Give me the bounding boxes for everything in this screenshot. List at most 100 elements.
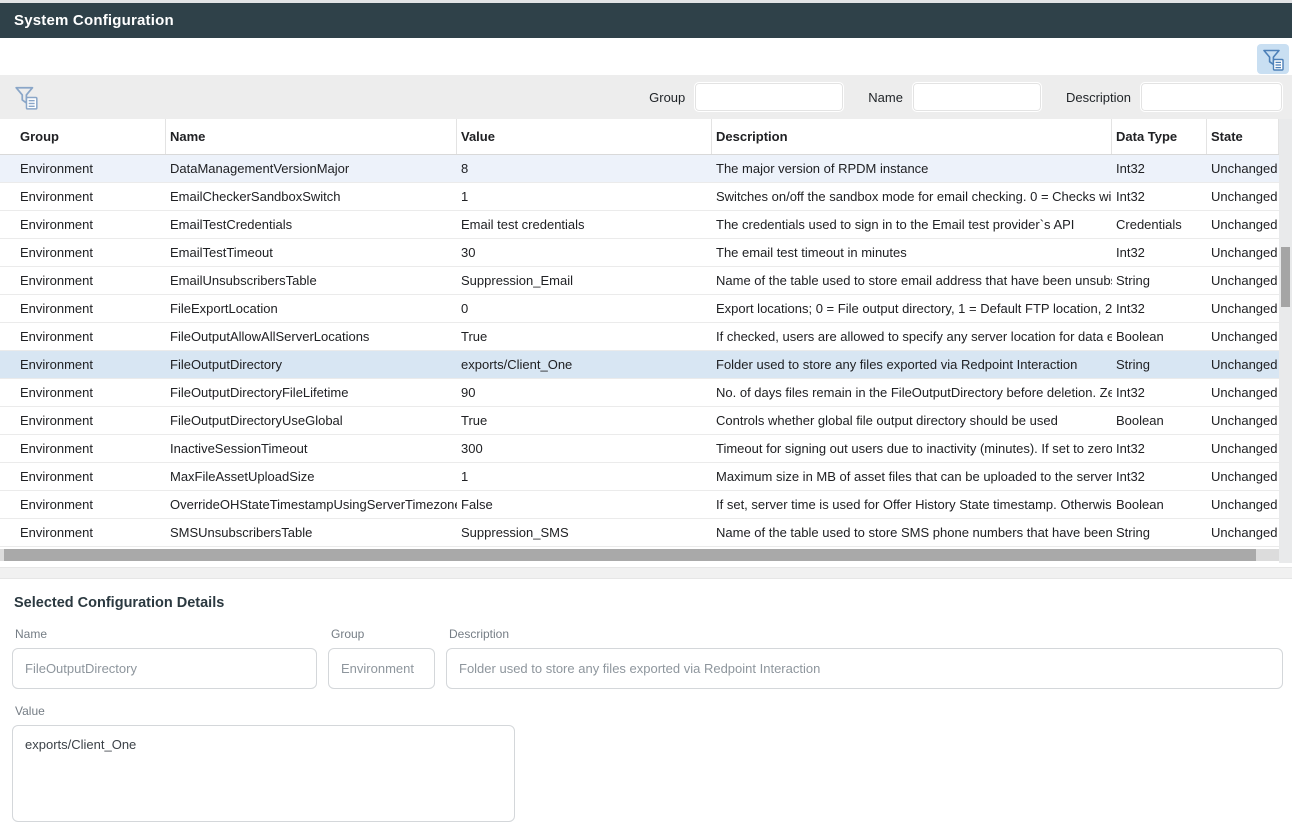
table-cell: FileOutputAllowAllServerLocations (166, 329, 457, 344)
table-cell: Unchanged (1207, 441, 1279, 456)
table-body: EnvironmentDataManagementVersionMajor8Th… (0, 155, 1279, 547)
details-name-input[interactable] (12, 648, 317, 689)
table-cell: Unchanged (1207, 469, 1279, 484)
table-cell: Environment (0, 245, 166, 260)
table-cell: Credentials (1112, 217, 1207, 232)
vertical-scrollbar-thumb[interactable] (1281, 247, 1290, 307)
table-header-row: GroupNameValueDescriptionData TypeState (0, 119, 1279, 155)
column-header-state[interactable]: State (1207, 119, 1279, 154)
filter-toggle-button[interactable] (1257, 44, 1289, 74)
table-cell: Environment (0, 301, 166, 316)
table-cell: MaxFileAssetUploadSize (166, 469, 457, 484)
table-cell: Unchanged (1207, 161, 1279, 176)
configuration-table: GroupNameValueDescriptionData TypeState … (0, 119, 1292, 563)
table-cell: 0 (457, 301, 712, 316)
details-value-textarea[interactable]: exports/Client_One (12, 725, 515, 822)
table-cell: Folder used to store any files exported … (712, 357, 1112, 372)
name-filter-label: Name (868, 90, 903, 105)
description-filter-input[interactable] (1140, 82, 1283, 112)
table-row[interactable]: EnvironmentFileExportLocation0Export loc… (0, 295, 1279, 323)
table-cell: 300 (457, 441, 712, 456)
table-cell: Environment (0, 469, 166, 484)
description-filter-label: Description (1066, 90, 1131, 105)
horizontal-scrollbar-track[interactable] (0, 549, 1279, 561)
table-cell: FileOutputDirectoryUseGlobal (166, 413, 457, 428)
table-cell: FileExportLocation (166, 301, 457, 316)
table-cell: Suppression_Email (457, 273, 712, 288)
horizontal-scrollbar[interactable] (0, 547, 1279, 563)
table-cell: Unchanged (1207, 329, 1279, 344)
table-cell: True (457, 329, 712, 344)
filter-builder-icon[interactable] (14, 85, 39, 110)
table-cell: False (457, 497, 712, 512)
table-row[interactable]: EnvironmentMaxFileAssetUploadSize1Maximu… (0, 463, 1279, 491)
table-row[interactable]: EnvironmentEmailTestTimeout30The email t… (0, 239, 1279, 267)
details-description-label: Description (449, 627, 1283, 641)
table-cell: EmailTestCredentials (166, 217, 457, 232)
details-description-input[interactable] (446, 648, 1283, 689)
table-cell: Environment (0, 497, 166, 512)
table-cell: Switches on/off the sandbox mode for ema… (712, 189, 1112, 204)
table-cell: Unchanged (1207, 525, 1279, 540)
table-cell: EmailCheckerSandboxSwitch (166, 189, 457, 204)
table-cell: Environment (0, 413, 166, 428)
column-header-group[interactable]: Group (0, 119, 166, 154)
table-cell: Environment (0, 385, 166, 400)
table-row[interactable]: EnvironmentDataManagementVersionMajor8Th… (0, 155, 1279, 183)
vertical-scrollbar-track[interactable] (1279, 119, 1292, 563)
table-row[interactable]: EnvironmentFileOutputDirectoryFileLifeti… (0, 379, 1279, 407)
table-cell: Name of the table used to store email ad… (712, 273, 1112, 288)
table-row[interactable]: EnvironmentEmailCheckerSandboxSwitch1Swi… (0, 183, 1279, 211)
table-row[interactable]: EnvironmentEmailUnsubscribersTableSuppre… (0, 267, 1279, 295)
table-cell: The major version of RPDM instance (712, 161, 1112, 176)
table-cell: exports/Client_One (457, 357, 712, 372)
page-title: System Configuration (14, 12, 174, 29)
table-cell: String (1112, 273, 1207, 288)
column-header-description[interactable]: Description (712, 119, 1112, 154)
table-row[interactable]: EnvironmentSMSUnsubscribersTableSuppress… (0, 519, 1279, 547)
table-cell: Int32 (1112, 161, 1207, 176)
table-cell: No. of days files remain in the FileOutp… (712, 385, 1112, 400)
table-cell: Environment (0, 273, 166, 288)
table-row[interactable]: EnvironmentFileOutputDirectoryUseGlobalT… (0, 407, 1279, 435)
column-header-name[interactable]: Name (166, 119, 457, 154)
table-cell: Environment (0, 161, 166, 176)
group-filter-label: Group (649, 90, 685, 105)
table-row[interactable]: EnvironmentInactiveSessionTimeout300Time… (0, 435, 1279, 463)
name-filter-input[interactable] (912, 82, 1042, 112)
table-cell: FileOutputDirectory (166, 357, 457, 372)
table-cell: Environment (0, 217, 166, 232)
table-cell: Int32 (1112, 301, 1207, 316)
table-cell: EmailUnsubscribersTable (166, 273, 457, 288)
table-cell: Unchanged (1207, 413, 1279, 428)
table-cell: Unchanged (1207, 385, 1279, 400)
filter-list-icon (1262, 48, 1285, 71)
table-cell: Environment (0, 189, 166, 204)
table-row[interactable]: EnvironmentFileOutputAllowAllServerLocat… (0, 323, 1279, 351)
details-field-value: Value exports/Client_One (12, 704, 1283, 822)
details-group-input[interactable] (328, 648, 435, 689)
table-cell: 90 (457, 385, 712, 400)
table-cell: Environment (0, 441, 166, 456)
table-cell: True (457, 413, 712, 428)
table-row[interactable]: EnvironmentOverrideOHStateTimestampUsing… (0, 491, 1279, 519)
table-cell: If checked, users are allowed to specify… (712, 329, 1112, 344)
title-bar: System Configuration (0, 3, 1292, 38)
group-filter-input[interactable] (694, 82, 844, 112)
table-row[interactable]: EnvironmentFileOutputDirectoryexports/Cl… (0, 351, 1279, 379)
column-header-value[interactable]: Value (457, 119, 712, 154)
table-cell: FileOutputDirectoryFileLifetime (166, 385, 457, 400)
horizontal-scrollbar-thumb[interactable] (4, 549, 1256, 561)
filter-field-group: Group (649, 82, 844, 112)
table-row[interactable]: EnvironmentEmailTestCredentialsEmail tes… (0, 211, 1279, 239)
table-cell: Int32 (1112, 245, 1207, 260)
details-name-label: Name (15, 627, 317, 641)
details-fields-row: Name Group Description (12, 627, 1283, 689)
table-cell: 8 (457, 161, 712, 176)
column-header-data-type[interactable]: Data Type (1112, 119, 1207, 154)
table-cell: Unchanged (1207, 301, 1279, 316)
table-cell: String (1112, 357, 1207, 372)
table-cell: Export locations; 0 = File output direct… (712, 301, 1112, 316)
table-cell: If set, server time is used for Offer Hi… (712, 497, 1112, 512)
table-cell: Maximum size in MB of asset files that c… (712, 469, 1112, 484)
